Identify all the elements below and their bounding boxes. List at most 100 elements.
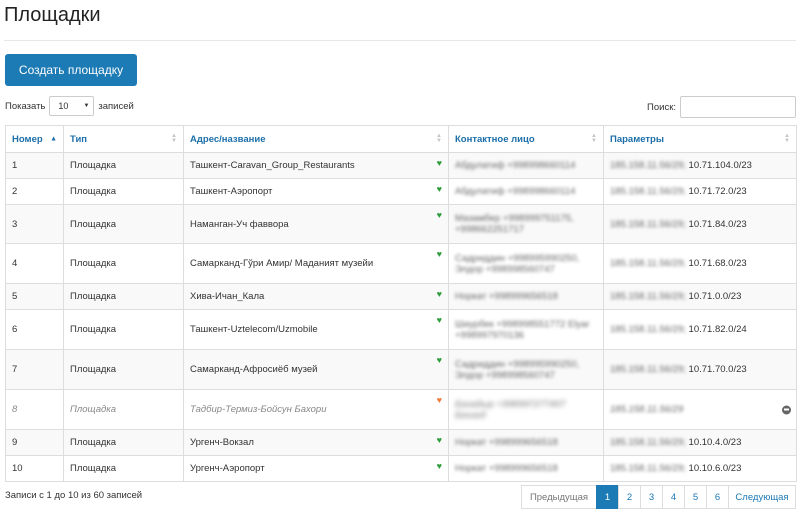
cell-contact: Абдулатиф +998998660114 [448, 178, 604, 205]
column-header-type[interactable]: Тип ▲ ▼ [63, 125, 184, 153]
cell-contact: Шиурбек +998998551772 Elyar +99899797013… [448, 309, 604, 350]
heart-pulse-icon[interactable]: ♥ [437, 356, 442, 365]
pagination-previous[interactable]: Предыдущая [521, 485, 597, 509]
cell-address: Ташкент-Аэропорт ♥ [183, 178, 449, 205]
cell-number: 5 [5, 283, 64, 310]
cell-address: Тадбир-Термиз-Бойсун Бахори ♥ [183, 389, 449, 430]
table-row[interactable]: 3 Площадка Наманган-Уч фаввора ♥ Мазамбер… [5, 204, 797, 244]
title-divider [4, 40, 796, 41]
sort-icon: ▲ ▼ [784, 133, 790, 144]
cell-address: Ташкент-Caravan_Group_Restaurants ♥ [183, 152, 449, 179]
sort-icon: ▲ ▼ [436, 133, 442, 144]
cell-number: 2 [5, 178, 64, 205]
pagination-page-5[interactable]: 5 [684, 485, 707, 509]
chevron-down-icon: ▼ [83, 103, 90, 109]
cell-type: Площадка [63, 283, 184, 310]
sites-table: Номер ▲ Тип ▲ ▼ Адрес/название ▲ ▼ Контактное… [5, 125, 797, 482]
search-input[interactable] [680, 96, 796, 118]
cell-params: 185.158.11.56/29; 10.71.72.0/23 [603, 178, 797, 205]
cell-params: 185.158.11.56/29; 10.71.0.0/23 [603, 283, 797, 310]
cell-params: 185.158.11.56/29; 10.71.104.0/23 [603, 152, 797, 179]
length-label-after: записей [98, 100, 134, 112]
cell-number: 10 [5, 455, 64, 482]
sort-asc-icon: ▲ [50, 135, 57, 143]
table-row[interactable]: 2 Площадка Ташкент-Аэропорт ♥ Абдулатиф +… [5, 178, 797, 205]
cell-address: Наманган-Уч фаввора ♥ [183, 204, 449, 244]
pagination-page-2[interactable]: 2 [618, 485, 641, 509]
table-header-row: Номер ▲ Тип ▲ ▼ Адрес/название ▲ ▼ Контактное… [5, 125, 797, 153]
cell-type: Площадка [63, 429, 184, 456]
cell-contact: Садриддин +998995990250, Элдор +99899856… [448, 243, 604, 284]
cell-contact: Норкат +998999656518 [448, 429, 604, 456]
minus-circle-icon[interactable] [782, 405, 791, 414]
cell-number: 4 [5, 243, 64, 284]
sort-icon: ▲ ▼ [591, 133, 597, 144]
heart-pulse-warning-icon[interactable]: ♥ [437, 396, 442, 405]
table-row[interactable]: 6 Площадка Ташкент-Uztelecom/Uzmobile ♥ Ш… [5, 309, 797, 350]
cell-address: Самарканд-Афросиёб музей ♥ [183, 349, 449, 390]
pagination-page-6[interactable]: 6 [706, 485, 729, 509]
table-row[interactable]: 9 Площадка Ургенч-Вокзал ♥ Норкат +998999… [5, 429, 797, 456]
cell-address: Самарканд-Гўри Амир/ Маданият музейи ♥ [183, 243, 449, 284]
cell-type: Площадка [63, 389, 184, 430]
heart-pulse-icon[interactable]: ♥ [437, 159, 442, 168]
table-row[interactable]: 7 Площадка Самарканд-Афросиёб музей ♥ Сад… [5, 349, 797, 390]
cell-type: Площадка [63, 178, 184, 205]
cell-address: Ташкент-Uztelecom/Uzmobile ♥ [183, 309, 449, 350]
page-length-control: Показать 10 ▼ записей [5, 96, 134, 116]
cell-contact: Мазамбер +998999751175, +998662251717 [448, 204, 604, 244]
cell-contact: Бахадыр +998997277407 Бекзод [448, 389, 604, 430]
column-header-number[interactable]: Номер ▲ [5, 125, 64, 153]
cell-params: 185.158.11.56/29; 10.71.68.0/23 [603, 243, 797, 284]
sort-icon: ▲ ▼ [171, 133, 177, 144]
column-header-contact[interactable]: Контактное лицо ▲ ▼ [448, 125, 604, 153]
table-info: Записи с 1 до 10 из 60 записей [5, 490, 143, 501]
cell-type: Площадка [63, 309, 184, 350]
cell-address: Ургенч-Аэропорт ♥ [183, 455, 449, 482]
page: Площадки Создать площадку Показать 10 ▼ … [0, 0, 800, 514]
heart-pulse-icon[interactable]: ♥ [437, 462, 442, 471]
cell-contact: Норкат +998999656518 [448, 283, 604, 310]
cell-address: Хива-Ичан_Кала ♥ [183, 283, 449, 310]
table-row[interactable]: 4 Площадка Самарканд-Гўри Амир/ Маданият… [5, 243, 797, 284]
heart-pulse-icon[interactable]: ♥ [437, 185, 442, 194]
create-site-button[interactable]: Создать площадку [5, 54, 137, 86]
cell-contact: Садриддин +998995990250, Элдор +99899856… [448, 349, 604, 390]
cell-number: 8 [5, 389, 64, 430]
cell-params: 185.158.11.56/29; 10.10.6.0/23 [603, 455, 797, 482]
cell-number: 7 [5, 349, 64, 390]
cell-params: 185.158.11.56/29; 10.71.70.0/23 [603, 349, 797, 390]
table-row[interactable]: 1 Площадка Ташкент-Caravan_Group_Restaur… [5, 152, 797, 179]
cell-contact: Абдулатиф +998998660114 [448, 152, 604, 179]
cell-type: Площадка [63, 455, 184, 482]
page-title: Площадки [4, 4, 101, 26]
table-row[interactable]: 8 Площадка Тадбир-Термиз-Бойсун Бахори ♥ … [5, 389, 797, 430]
heart-pulse-icon[interactable]: ♥ [437, 211, 442, 220]
cell-number: 9 [5, 429, 64, 456]
heart-pulse-icon[interactable]: ♥ [437, 290, 442, 299]
cell-params: 185.158.11.56/29 [603, 389, 797, 430]
table-row[interactable]: 5 Площадка Хива-Ичан_Кала ♥ Норкат +99899… [5, 283, 797, 310]
cell-params: 185.158.11.56/29; 10.71.82.0/24 [603, 309, 797, 350]
search-control: Поиск: [647, 96, 796, 118]
cell-number: 1 [5, 152, 64, 179]
search-label: Поиск: [647, 101, 676, 113]
heart-pulse-icon[interactable]: ♥ [437, 316, 442, 325]
table-row[interactable]: 10 Площадка Ургенч-Аэропорт ♥ Норкат +998… [5, 455, 797, 482]
pagination-next[interactable]: Следующая [728, 485, 796, 509]
heart-pulse-icon[interactable]: ♥ [437, 250, 442, 259]
column-header-params[interactable]: Параметры ▲ ▼ [603, 125, 797, 153]
page-length-select[interactable]: 10 ▼ [49, 96, 95, 116]
cell-params: 185.158.11.56/29; 10.71.84.0/23 [603, 204, 797, 244]
pagination-page-3[interactable]: 3 [640, 485, 663, 509]
cell-address: Ургенч-Вокзал ♥ [183, 429, 449, 456]
pagination-page-4[interactable]: 4 [662, 485, 685, 509]
cell-number: 6 [5, 309, 64, 350]
column-header-address[interactable]: Адрес/название ▲ ▼ [183, 125, 449, 153]
cell-params: 185.158.11.56/29; 10.10.4.0/23 [603, 429, 797, 456]
heart-pulse-icon[interactable]: ♥ [437, 436, 442, 445]
cell-type: Площадка [63, 152, 184, 179]
cell-number: 3 [5, 204, 64, 244]
page-length-value: 10 [58, 101, 69, 111]
pagination-page-1[interactable]: 1 [596, 485, 619, 509]
